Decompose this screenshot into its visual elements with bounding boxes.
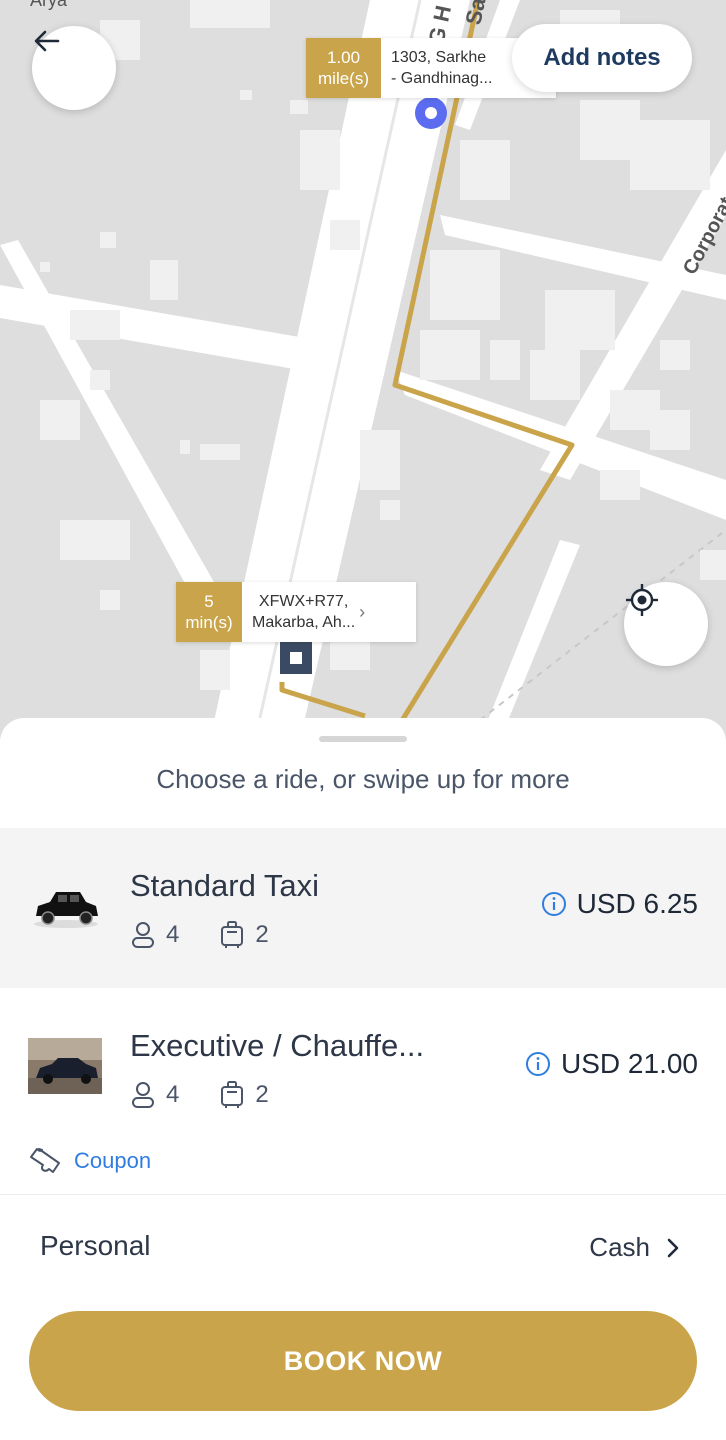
book-now-button[interactable]: BOOK NOW [29,1311,697,1411]
chevron-right-icon: › [359,601,366,622]
passenger-count: 4 [166,1081,180,1108]
chevron-right-icon [667,1238,679,1257]
ride-price: USD 21.00 [525,1048,698,1080]
pickup-address-line1: 1303, Sarkhe [391,49,487,66]
passenger-capacity: 4 [130,921,179,949]
my-location-button[interactable] [624,582,708,666]
ride-price: USD 6.25 [541,888,698,920]
ride-name: Executive / Chauffe... [130,1028,425,1063]
dropoff-time-unit: min(s) [185,613,233,632]
luggage-capacity: 2 [219,920,269,950]
add-notes-button[interactable]: Add notes [512,24,692,92]
sheet-hint: Choose a ride, or swipe up for more [156,764,570,794]
pickup-distance-unit: mile(s) [318,69,369,88]
ride-price-value: USD 21.00 [561,1048,698,1079]
dropoff-time-value: 5 [204,592,214,611]
payment-method: Cash [589,1232,650,1262]
person-icon [132,1082,154,1108]
info-icon[interactable] [541,891,567,917]
black-taxi-image [34,892,98,928]
dropoff-label[interactable]: 5 min(s) XFWX+R77, Makarba, Ah... › [176,582,416,642]
ride-specs: 4 2 [130,920,309,950]
luggage-count: 2 [255,921,269,948]
coupon-label: Coupon [74,1148,152,1173]
payment-row[interactable]: Personal Cash [0,1218,726,1278]
arrow-left-icon [34,30,60,52]
pickup-address: 1303, Sarkhe - Gandhinag... [381,38,502,98]
coupon-link[interactable]: Coupon [28,1146,151,1176]
ticket-icon [30,1148,60,1173]
ride-option-executive[interactable]: Executive / Chauffe... 4 2 USD 21.00 [0,988,726,1148]
passenger-capacity: 4 [130,1081,179,1109]
dropoff-address: XFWX+R77, Makarba, Ah... [242,582,359,642]
back-button[interactable] [32,26,116,110]
map-view[interactable]: SG H Sa Corporat Arya 1.00 mile(s) 1303,… [0,0,726,740]
info-icon[interactable] [525,1051,551,1077]
ride-option-standard-taxi[interactable]: Standard Taxi 4 2 USD 6.25 [0,828,726,988]
pickup-address-line2: - Gandhinag... [391,70,493,87]
person-icon [132,922,154,948]
payment-profile[interactable]: Personal [40,1230,151,1262]
luggage-count: 2 [255,1081,269,1108]
executive-car-image [28,1038,102,1094]
ride-specs: 4 2 [130,1080,309,1110]
pickup-distance-value: 1.00 [326,48,361,67]
dropoff-address-line2: Makarba, Ah... [252,614,356,631]
passenger-count: 4 [166,921,180,948]
luggage-icon [221,921,244,948]
pickup-pin-icon[interactable] [415,97,447,129]
pickup-distance-badge: 1.00 mile(s) [306,38,381,98]
ride-price-value: USD 6.25 [576,888,698,919]
dropoff-address-line1: XFWX+R77, [258,593,349,610]
sheet-drag-handle[interactable] [319,736,407,742]
ride-selection-sheet[interactable]: Choose a ride, or swipe up for more Stan… [0,718,726,1440]
divider [0,1194,726,1195]
payment-method-selector[interactable]: Cash [589,1232,680,1263]
street-label-top-left: Arya [30,0,68,10]
dropoff-time-badge: 5 min(s) [176,582,242,642]
luggage-capacity: 2 [219,1080,269,1110]
crosshair-icon [626,584,658,616]
luggage-icon [221,1081,244,1108]
ride-name: Standard Taxi [130,868,319,903]
dropoff-marker-icon[interactable] [280,642,312,674]
